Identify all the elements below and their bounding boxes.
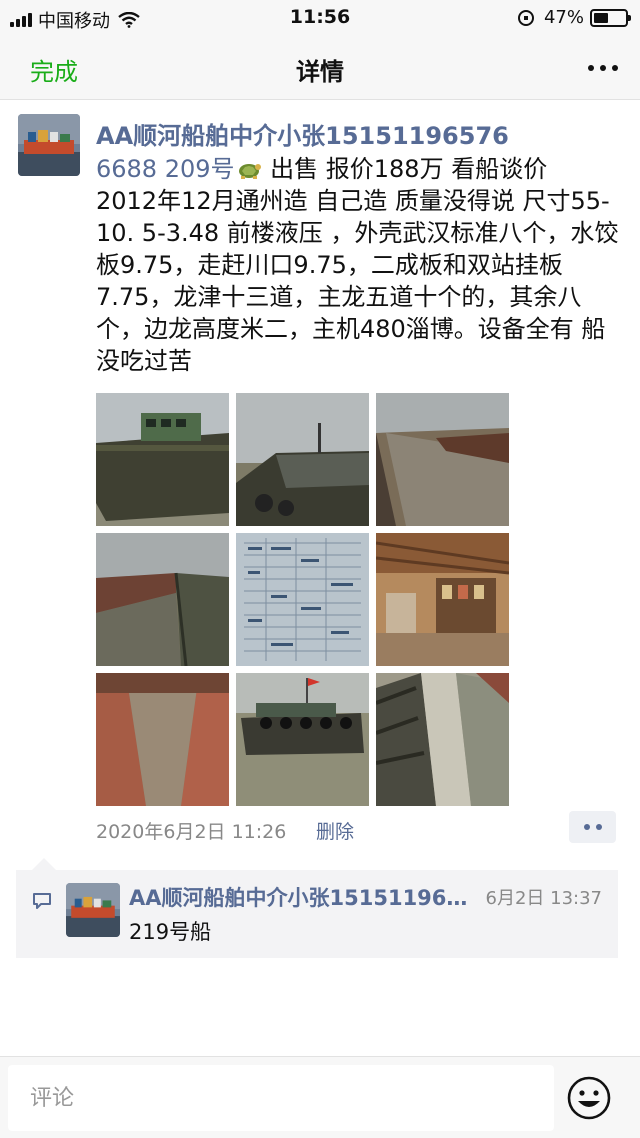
post-timestamp: 2020年6月2日 11:26 xyxy=(96,821,287,843)
page-title: 详情 xyxy=(296,58,344,86)
photo-7[interactable] xyxy=(96,673,229,806)
orientation-lock-icon xyxy=(517,9,534,26)
comment-input-bar xyxy=(0,1056,640,1138)
turtle-emoji-icon xyxy=(238,164,261,179)
photo-1[interactable] xyxy=(96,393,229,526)
post-text-main: 2012年12月通州造 自己造 质量没得说 尺寸55-10. 5-3.48 前楼… xyxy=(96,187,619,375)
battery-percent: 47% xyxy=(543,7,584,28)
more-dots-icon[interactable] xyxy=(569,811,616,843)
photo-8[interactable] xyxy=(236,673,369,806)
smile-face-icon[interactable] xyxy=(566,1075,612,1121)
post-text: 6688 209号 出售 报价188万 看船谈价 2012年12月通州造 自己造… xyxy=(96,153,624,377)
photo-3[interactable] xyxy=(376,393,509,526)
photo-grid xyxy=(96,393,510,806)
comment-input[interactable] xyxy=(8,1065,554,1131)
status-bar: 中国移动 11:56 47% xyxy=(0,0,640,34)
post-text-line1: 出售 报价188万 看船谈价 xyxy=(262,155,548,183)
post-author-name[interactable]: AA顺河船舶中介小张15151196576 xyxy=(96,116,509,151)
photo-9[interactable] xyxy=(376,673,509,806)
photo-4[interactable] xyxy=(96,533,229,666)
photo-5[interactable] xyxy=(236,533,369,666)
more-icon[interactable] xyxy=(588,65,618,71)
author-avatar[interactable] xyxy=(18,114,80,176)
comment-timestamp: 6月2日 13:37 xyxy=(485,888,603,909)
delete-button[interactable]: 删除 xyxy=(316,817,354,844)
comment-text: 219号船 xyxy=(129,920,212,944)
photo-6[interactable] xyxy=(376,533,509,666)
comment-author-avatar[interactable] xyxy=(66,883,120,937)
battery-icon xyxy=(590,8,631,27)
comment-section: AA顺河船舶中介小张15151196576 6月2日 13:37 219号船 xyxy=(16,858,618,958)
post-ship-number-link[interactable]: 6688 209号 xyxy=(96,155,235,183)
photo-2[interactable] xyxy=(236,393,369,526)
comment-bubble-icon xyxy=(33,893,51,909)
nav-bar: 完成 详情 xyxy=(0,34,640,100)
comment-author-name[interactable]: AA顺河船舶中介小张15151196576 xyxy=(129,882,475,912)
battery-area: 47% xyxy=(517,7,631,28)
